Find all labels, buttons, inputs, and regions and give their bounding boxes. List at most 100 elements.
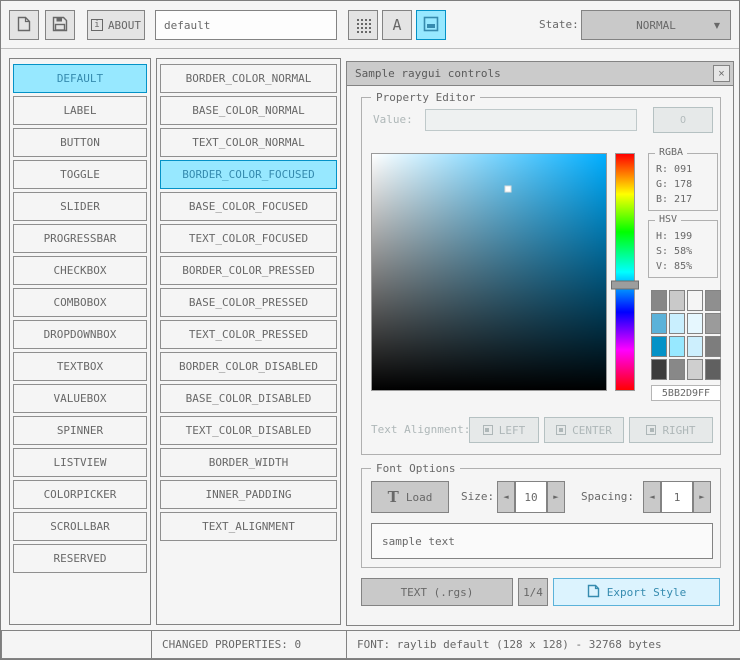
properties-list-item[interactable]: BASE_COLOR_FOCUSED xyxy=(160,192,337,221)
state-dropdown[interactable]: NORMAL ▼ xyxy=(581,10,731,40)
controls-list-item[interactable]: BUTTON xyxy=(13,128,147,157)
load-font-button[interactable]: T Load xyxy=(371,481,449,513)
palette-swatch[interactable] xyxy=(669,336,685,357)
controls-list-item[interactable]: LABEL xyxy=(13,96,147,125)
palette-swatch[interactable] xyxy=(687,359,703,380)
properties-list-item[interactable]: BASE_COLOR_PRESSED xyxy=(160,288,337,317)
palette-swatch[interactable] xyxy=(687,313,703,334)
controls-list-item[interactable]: DROPDOWNBOX xyxy=(13,320,147,349)
controls-list-item[interactable]: SLIDER xyxy=(13,192,147,221)
spacing-decrement-button[interactable]: ◄ xyxy=(643,481,661,513)
spinner-left-icon: ◄ xyxy=(649,493,655,501)
load-style-button[interactable] xyxy=(9,10,39,40)
properties-list-item[interactable]: BORDER_COLOR_PRESSED xyxy=(160,256,337,285)
property-editor-group: Property Editor Value: 0 RGBA R: 091 G: … xyxy=(361,91,721,455)
palette-swatch[interactable] xyxy=(651,290,667,311)
style-editor-mode-button[interactable] xyxy=(416,10,446,40)
palette-swatch[interactable] xyxy=(669,359,685,380)
status-font-info: FONT: raylib default (128 x 128) - 32768… xyxy=(346,630,740,659)
align-right-button[interactable]: RIGHT xyxy=(629,417,713,443)
properties-list-item[interactable]: BASE_COLOR_DISABLED xyxy=(160,384,337,413)
controls-list-item[interactable]: SPINNER xyxy=(13,416,147,445)
icon-grid-button[interactable] xyxy=(348,10,378,40)
properties-list-item[interactable]: BORDER_COLOR_NORMAL xyxy=(160,64,337,93)
export-style-label: Export Style xyxy=(606,585,687,599)
rgba-group-label: RGBA xyxy=(655,147,688,158)
hue-bar[interactable] xyxy=(611,153,639,391)
chevron-down-icon: ▼ xyxy=(713,20,720,30)
close-button[interactable]: × xyxy=(713,65,730,82)
controls-list-item[interactable]: DEFAULT xyxy=(13,64,147,93)
palette-swatch[interactable] xyxy=(705,359,721,380)
value-button[interactable]: 0 xyxy=(653,107,713,133)
font-options-group: Font Options T Load Size: ◄ 10 ► Spacing… xyxy=(361,462,721,568)
controls-list-item[interactable]: PROGRESSBAR xyxy=(13,224,147,253)
spacing-increment-button[interactable]: ► xyxy=(693,481,711,513)
palette-swatch[interactable] xyxy=(687,336,703,357)
spinner-right-icon: ► xyxy=(699,493,705,501)
grid-icon xyxy=(356,18,359,21)
floppy-disk-icon xyxy=(52,16,68,35)
value-input[interactable] xyxy=(425,109,637,131)
palette-swatch[interactable] xyxy=(705,290,721,311)
font-size-value[interactable]: 10 xyxy=(515,481,547,513)
sample-window: Sample raygui controls × Property Editor… xyxy=(346,61,734,626)
properties-list-item[interactable]: TEXT_ALIGNMENT xyxy=(160,512,337,541)
palette-swatch[interactable] xyxy=(705,313,721,334)
controls-list-item[interactable]: RESERVED xyxy=(13,544,147,573)
properties-list: BORDER_COLOR_NORMAL BASE_COLOR_NORMAL TE… xyxy=(156,58,341,625)
export-style-button[interactable]: Export Style xyxy=(553,578,720,606)
controls-list-item[interactable]: TOGGLE xyxy=(13,160,147,189)
rgba-b-value: B: 217 xyxy=(656,194,693,205)
properties-list-item[interactable]: BORDER_COLOR_FOCUSED xyxy=(160,160,337,189)
sample-window-titlebar[interactable]: Sample raygui controls × xyxy=(347,62,733,86)
properties-list-item[interactable]: BASE_COLOR_NORMAL xyxy=(160,96,337,125)
state-label: State: xyxy=(539,18,579,31)
controls-list-item[interactable]: LISTVIEW xyxy=(13,448,147,477)
hue-slider[interactable] xyxy=(611,280,639,289)
palette-swatch[interactable] xyxy=(669,290,685,311)
align-center-button[interactable]: CENTER xyxy=(544,417,624,443)
controls-list-item[interactable]: COMBOBOX xyxy=(13,288,147,317)
about-button[interactable]: i ABOUT xyxy=(87,10,145,40)
font-spacing-value[interactable]: 1 xyxy=(661,481,693,513)
palette-swatch[interactable] xyxy=(705,336,721,357)
save-style-button[interactable] xyxy=(45,10,75,40)
font-button[interactable]: A xyxy=(382,10,412,40)
hsv-group: HSV H: 199 S: 58% V: 85% xyxy=(648,214,718,278)
properties-list-item[interactable]: TEXT_COLOR_FOCUSED xyxy=(160,224,337,253)
export-format-button[interactable]: TEXT (.rgs) xyxy=(361,578,513,606)
properties-list-item[interactable]: BORDER_COLOR_DISABLED xyxy=(160,352,337,381)
size-increment-button[interactable]: ► xyxy=(547,481,565,513)
controls-list-item[interactable]: VALUEBOX xyxy=(13,384,147,413)
palette-swatch[interactable] xyxy=(651,313,667,334)
properties-list-item[interactable]: TEXT_COLOR_NORMAL xyxy=(160,128,337,157)
palette-swatch[interactable] xyxy=(687,290,703,311)
pager-button[interactable]: 1/4 xyxy=(518,578,548,606)
palette-swatch[interactable] xyxy=(651,359,667,380)
color-panel[interactable] xyxy=(371,153,607,391)
palette-swatch[interactable] xyxy=(669,313,685,334)
controls-list-item[interactable]: COLORPICKER xyxy=(13,480,147,509)
palette-swatch[interactable] xyxy=(651,336,667,357)
properties-list-item[interactable]: BORDER_WIDTH xyxy=(160,448,337,477)
properties-list-item[interactable]: INNER_PADDING xyxy=(160,480,337,509)
size-decrement-button[interactable]: ◄ xyxy=(497,481,515,513)
style-name-input[interactable] xyxy=(155,10,337,40)
controls-list-item[interactable]: CHECKBOX xyxy=(13,256,147,285)
align-left-button[interactable]: LEFT xyxy=(469,417,539,443)
sample-text-box[interactable]: sample text xyxy=(371,523,713,559)
properties-list-item[interactable]: TEXT_COLOR_PRESSED xyxy=(160,320,337,349)
hsv-s-value: S: 58% xyxy=(656,246,693,257)
load-font-label: Load xyxy=(405,490,433,504)
about-button-label: ABOUT xyxy=(107,18,142,32)
properties-list-item[interactable]: TEXT_COLOR_DISABLED xyxy=(160,416,337,445)
style-palette xyxy=(651,290,721,380)
align-center-icon xyxy=(556,425,567,435)
color-cursor[interactable] xyxy=(504,185,512,193)
controls-list-item[interactable]: TEXTBOX xyxy=(13,352,147,381)
hex-value-box[interactable]: 5BB2D9FF xyxy=(651,385,721,401)
state-dropdown-value: NORMAL xyxy=(636,18,676,32)
controls-list-item[interactable]: SCROLLBAR xyxy=(13,512,147,541)
status-segment-empty xyxy=(1,630,152,659)
